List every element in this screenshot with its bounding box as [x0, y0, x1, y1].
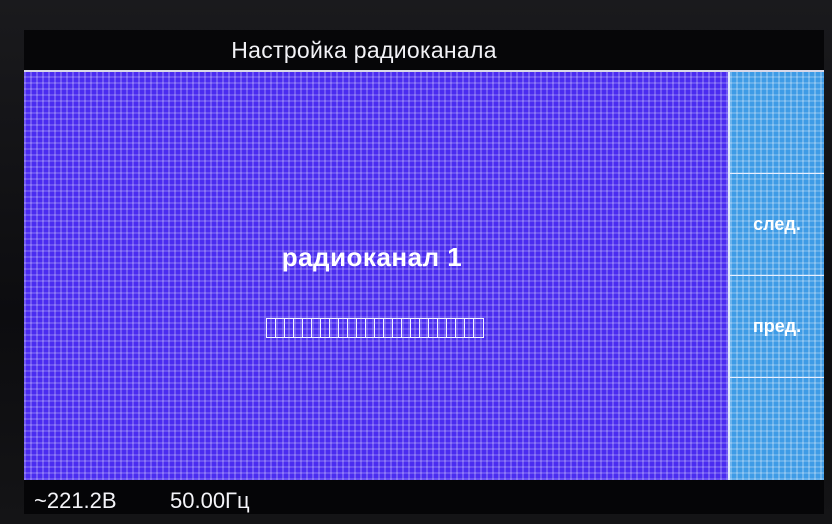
id-field-cell: [393, 319, 402, 337]
id-field-cell: [420, 319, 429, 337]
channel-label-text: радиоканал 1: [281, 242, 463, 272]
page-title: Настройка радиоканала: [231, 37, 497, 63]
id-field-cell: [447, 319, 456, 337]
softkey-panel: след. пред.: [728, 72, 824, 480]
status-bar: ~221.2В 50.00Гц: [24, 480, 824, 514]
device-bezel: Настройка радиоканала радиоканал 1 след.…: [0, 0, 832, 524]
id-field-cell: [456, 319, 465, 337]
lcd-screen: Настройка радиоканала радиоканал 1 след.…: [24, 30, 824, 514]
id-field-cell: [438, 319, 447, 337]
id-field-cell: [411, 319, 420, 337]
id-field-cell: [357, 319, 366, 337]
previous-button-label: пред.: [752, 316, 802, 336]
id-field-cell: [285, 319, 294, 337]
softkey-4[interactable]: [730, 378, 824, 480]
id-field-cell: [267, 319, 276, 337]
channel-label: радиоканал 1: [24, 242, 720, 273]
id-field-cell: [348, 319, 357, 337]
id-field-cell: [366, 319, 375, 337]
id-field-cell: [330, 319, 339, 337]
title-bar: Настройка радиоканала: [24, 30, 824, 72]
previous-button[interactable]: пред.: [730, 276, 824, 378]
id-field-cell: [384, 319, 393, 337]
softkey-1[interactable]: [730, 72, 824, 174]
frequency-readout: 50.00Гц: [170, 488, 250, 513]
id-field-cell: [294, 319, 303, 337]
id-field-cell: [303, 319, 312, 337]
id-field-cell: [474, 319, 483, 337]
id-field-cell: [402, 319, 411, 337]
main-panel: радиоканал 1: [24, 72, 728, 480]
channel-id-field[interactable]: [266, 318, 484, 338]
id-field-cell: [321, 319, 330, 337]
id-field-cell: [429, 319, 438, 337]
voltage-readout: ~221.2В: [34, 488, 117, 513]
id-field-cell: [312, 319, 321, 337]
id-field-cell: [375, 319, 384, 337]
next-button[interactable]: след.: [730, 174, 824, 276]
id-field-cell: [276, 319, 285, 337]
id-field-cell: [465, 319, 474, 337]
id-field-cell: [339, 319, 348, 337]
next-button-label: след.: [753, 214, 801, 234]
